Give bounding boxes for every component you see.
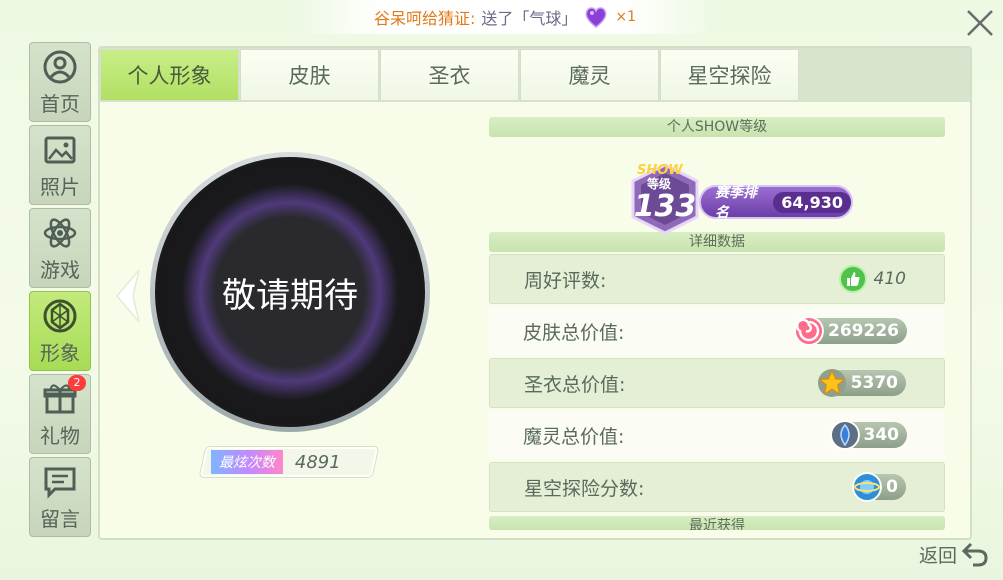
balloon-heart-icon xyxy=(583,4,609,30)
stat-value: 340 xyxy=(863,425,900,445)
season-rank-label: 赛季排名 xyxy=(715,185,757,221)
avatar-placeholder-text: 敬请期待 xyxy=(155,157,425,427)
stats-panel: 个人SHOW等级 赛季排名 64,930 SHOW 等级 133 详细数据 周好… xyxy=(489,117,945,530)
recent-title: 最近获得 xyxy=(489,516,945,530)
details-title: 详细数据 xyxy=(489,232,945,252)
stat-value-pill: 340 xyxy=(829,420,907,450)
notification-count: ×1 xyxy=(615,9,637,25)
close-icon xyxy=(967,10,993,36)
side-navigation: 首页 照片 游戏 形象 2 礼物 留言 xyxy=(29,42,91,540)
stat-value-pill: 0 xyxy=(852,472,906,502)
category-tabs: 个人形象 皮肤 圣衣 魔灵 星空探险 xyxy=(100,48,970,102)
stat-label: 周好评数: xyxy=(524,269,607,292)
avatar-icon xyxy=(43,299,77,332)
stat-value-pill: 5370 xyxy=(817,369,906,397)
nav-gifts[interactable]: 2 礼物 xyxy=(29,374,91,454)
show-level-title: 个人SHOW等级 xyxy=(489,117,945,137)
candy-icon xyxy=(794,316,825,346)
fans-value: 4891 xyxy=(295,451,341,473)
notification-gift-text: 送了「气球」 xyxy=(481,9,578,28)
tab-personal-image[interactable]: 个人形象 xyxy=(100,49,239,101)
nav-avatar-label: 形象 xyxy=(40,340,80,365)
previous-arrow-button[interactable] xyxy=(113,268,143,324)
season-rank-value: 64,930 xyxy=(773,191,851,213)
back-button[interactable]: 返回 xyxy=(919,540,989,568)
star-icon xyxy=(817,369,846,397)
show-level-section: 赛季排名 64,930 SHOW 等级 133 xyxy=(489,137,945,235)
avatar-display: 敬请期待 xyxy=(150,152,430,432)
nav-home[interactable]: 首页 xyxy=(29,42,91,122)
nav-games[interactable]: 游戏 xyxy=(29,208,91,288)
atom-icon xyxy=(43,217,77,248)
chevron-left-icon xyxy=(116,269,140,323)
photo-icon xyxy=(44,136,76,163)
message-icon xyxy=(44,467,76,499)
stat-label: 星空探险分数: xyxy=(524,477,645,500)
close-button[interactable] xyxy=(965,8,995,38)
gift-count-badge: 2 xyxy=(68,375,86,391)
show-level-value: 133 xyxy=(633,189,697,224)
stat-value-plain: 410 xyxy=(838,264,906,294)
stat-value: 5370 xyxy=(850,373,898,393)
nav-messages-label: 留言 xyxy=(40,506,80,531)
stat-value: 410 xyxy=(873,269,906,289)
stat-row-weekly-likes: 周好评数: 410 xyxy=(489,254,945,304)
stat-label: 皮肤总价值: xyxy=(523,321,625,344)
stat-value: 269226 xyxy=(828,321,899,341)
stat-row-star-adventure-score: 星空探险分数: 0 xyxy=(489,462,945,512)
season-rank: 赛季排名 64,930 xyxy=(699,185,853,221)
stat-row-holy-clothes-value: 圣衣总价值: 5370 xyxy=(489,358,945,408)
stat-row-spirit-value: 魔灵总价值: 340 xyxy=(489,410,945,460)
tab-spirit[interactable]: 魔灵 xyxy=(520,49,659,101)
stat-label: 魔灵总价值: xyxy=(523,425,625,448)
planet-icon xyxy=(852,472,883,502)
nav-home-label: 首页 xyxy=(40,91,80,116)
tab-star-adventure[interactable]: 星空探险 xyxy=(660,49,799,101)
spirit-icon xyxy=(829,420,860,450)
nav-photos-label: 照片 xyxy=(40,174,80,199)
thumbs-up-icon xyxy=(838,265,867,293)
nav-gifts-label: 礼物 xyxy=(40,423,80,448)
nav-avatar[interactable]: 形象 xyxy=(29,291,91,371)
nav-messages[interactable]: 留言 xyxy=(29,457,91,537)
tab-skin[interactable]: 皮肤 xyxy=(240,49,379,101)
home-icon xyxy=(43,50,77,83)
stat-value-pill: 269226 xyxy=(794,316,907,346)
tab-holy-clothes[interactable]: 圣衣 xyxy=(380,49,519,101)
show-level-badge: SHOW 等级 133 xyxy=(627,161,703,237)
stat-value: 0 xyxy=(886,477,898,497)
gift-notification: 谷呆呵给猜证: 送了「气球」 ×1 xyxy=(300,0,710,34)
nav-photos[interactable]: 照片 xyxy=(29,125,91,205)
fans-label: 最炫次数 xyxy=(211,450,283,474)
stat-row-skin-value: 皮肤总价值: 269226 xyxy=(489,306,945,356)
return-arrow-icon xyxy=(961,542,988,567)
stat-label: 圣衣总价值: xyxy=(524,373,626,396)
fans-counter: 最炫次数 4891 xyxy=(199,447,379,477)
nav-games-label: 游戏 xyxy=(40,257,80,282)
notification-sender: 谷呆呵给猜证: xyxy=(373,9,476,28)
back-label: 返回 xyxy=(918,544,957,567)
